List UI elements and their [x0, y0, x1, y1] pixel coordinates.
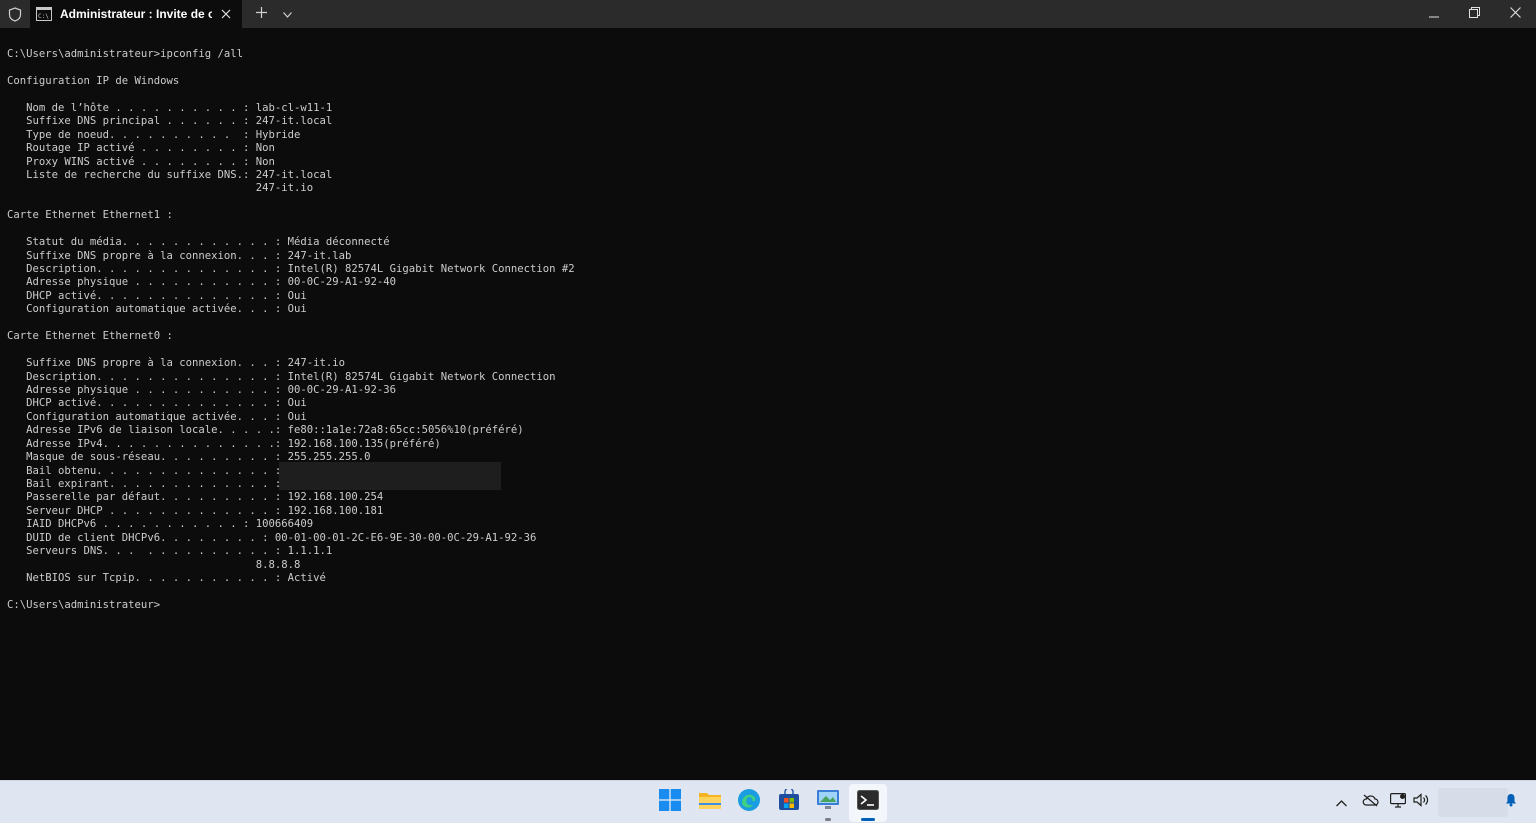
taskbar-store[interactable] [770, 784, 808, 822]
close-window-button[interactable] [1495, 0, 1536, 28]
microsoft-store-icon [778, 787, 800, 816]
terminal-window[interactable]: C:\Users\administrateur>ipconfig /all Co… [0, 28, 1536, 780]
windows-start-icon [659, 789, 681, 816]
clock-area[interactable] [1438, 788, 1508, 817]
chevron-up-icon [1335, 794, 1347, 812]
edge-browser-icon [737, 788, 761, 817]
active-indicator [860, 817, 875, 821]
maximize-button[interactable] [1454, 0, 1495, 28]
tab-dropdown-button[interactable] [276, 0, 298, 28]
chevron-down-icon [282, 5, 292, 23]
tray-onedrive[interactable] [1358, 781, 1382, 823]
taskbar-file-explorer[interactable] [691, 784, 729, 822]
taskbar-apps [651, 781, 888, 823]
redacted-lease-dates [279, 462, 501, 490]
shield-icon [0, 0, 30, 28]
file-explorer-icon [698, 790, 722, 815]
svg-text:C:\: C:\ [38, 13, 49, 20]
onedrive-icon [1362, 794, 1379, 812]
console-output: C:\Users\administrateur>ipconfig /all Co… [7, 48, 575, 611]
terminal-icon [856, 790, 879, 815]
close-icon [1510, 5, 1521, 23]
notification-button[interactable] [1502, 781, 1520, 823]
minimize-icon [1428, 5, 1439, 23]
minimize-button[interactable] [1413, 0, 1454, 28]
network-icon [1390, 792, 1407, 813]
taskbar-control-panel[interactable] [809, 784, 847, 822]
title-bar: C:\ Administrateur : Invite de con [0, 0, 1536, 28]
taskbar [0, 780, 1536, 823]
notification-bell-icon [1505, 793, 1517, 812]
start-button[interactable] [651, 784, 689, 822]
running-indicator [825, 817, 831, 821]
plus-icon [255, 5, 267, 23]
restore-icon [1469, 5, 1480, 23]
tray-network[interactable] [1387, 781, 1409, 823]
show-hidden-icons-button[interactable] [1331, 781, 1351, 823]
new-tab-button[interactable] [246, 0, 276, 28]
control-panel-icon [816, 789, 840, 816]
tab-title: Administrateur : Invite de con [60, 7, 212, 21]
taskbar-terminal[interactable] [848, 783, 887, 822]
tab-command-prompt[interactable]: C:\ Administrateur : Invite de con [30, 0, 242, 28]
volume-icon [1412, 793, 1430, 812]
taskbar-edge[interactable] [730, 784, 768, 822]
tray-volume[interactable] [1410, 781, 1432, 823]
close-tab-icon[interactable] [214, 2, 238, 26]
cmd-icon: C:\ [36, 6, 52, 22]
